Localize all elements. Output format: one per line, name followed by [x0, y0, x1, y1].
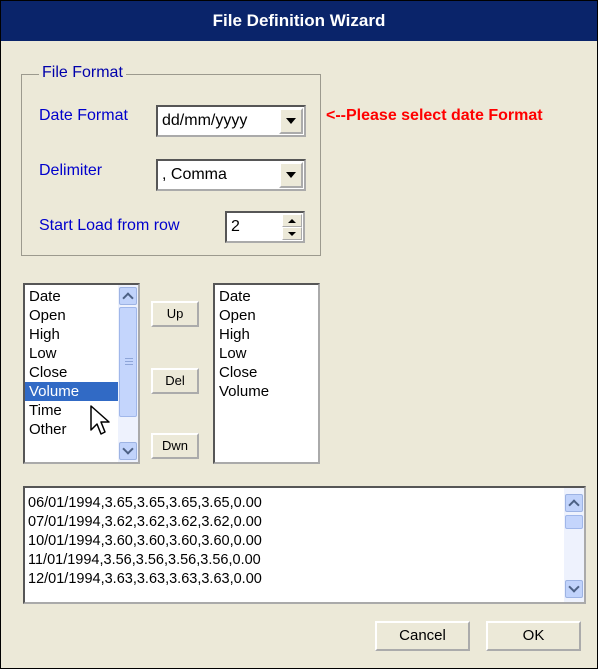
delimiter-value: , Comma: [162, 166, 227, 183]
list-item[interactable]: High: [25, 325, 118, 344]
ok-button-label: OK: [522, 627, 545, 644]
list-item[interactable]: Close: [215, 363, 318, 382]
scroll-up-button[interactable]: [565, 494, 583, 512]
chevron-down-icon: [286, 118, 296, 124]
list-item: 11/01/1994,3.56,3.56,3.56,3.56,0.00: [28, 552, 261, 568]
cancel-button-label: Cancel: [399, 627, 446, 644]
list-item: 06/01/1994,3.65,3.65,3.65,3.65,0.00: [28, 495, 262, 511]
delete-field-button[interactable]: Del: [151, 368, 199, 394]
scroll-thumb[interactable]: [565, 515, 583, 529]
date-format-label: Date Format: [39, 107, 128, 124]
list-item[interactable]: High: [215, 325, 318, 344]
data-preview-list[interactable]: 06/01/1994,3.65,3.65,3.65,3.65,0.00 07/0…: [23, 486, 586, 604]
chevron-up-icon: [568, 499, 580, 511]
move-down-button-label: Dwn: [161, 438, 188, 453]
file-format-group-title: File Format: [39, 64, 126, 82]
list-item[interactable]: Open: [25, 306, 118, 325]
date-format-dropdown[interactable]: dd/mm/yyyy: [156, 105, 306, 137]
list-item[interactable]: Volume: [25, 382, 118, 401]
list-item[interactable]: Close: [25, 363, 118, 382]
delimiter-dropdown-button[interactable]: [279, 162, 303, 188]
scroll-down-button[interactable]: [119, 442, 137, 460]
date-format-warning: <--Please select date Format: [326, 107, 543, 124]
list-item: 07/01/1994,3.62,3.62,3.62,3.62,0.00: [28, 514, 262, 530]
ok-button[interactable]: OK: [486, 621, 581, 651]
date-format-value: dd/mm/yyyy: [162, 112, 248, 129]
arrow-down-icon: [288, 231, 296, 236]
arrow-up-icon: [288, 218, 296, 223]
start-row-spin-buttons: [282, 214, 302, 240]
cancel-button[interactable]: Cancel: [375, 621, 470, 651]
start-row-value: 2: [231, 218, 240, 235]
delimiter-label: Delimiter: [39, 162, 103, 179]
list-item[interactable]: Open: [215, 306, 318, 325]
scroll-down-button[interactable]: [565, 580, 583, 598]
file-definition-wizard-window: File Definition Wizard File Format Date …: [0, 0, 598, 669]
move-down-button[interactable]: Dwn: [151, 433, 199, 459]
list-item[interactable]: Volume: [215, 382, 318, 401]
preview-scrollbar[interactable]: [564, 488, 584, 602]
list-item: 10/01/1994,3.60,3.60,3.60,3.60,0.00: [28, 533, 262, 549]
scroll-thumb[interactable]: [119, 307, 137, 417]
list-item[interactable]: Low: [215, 344, 318, 363]
delete-field-button-label: Del: [165, 373, 185, 388]
mouse-cursor-icon: [90, 405, 110, 435]
date-format-dropdown-button[interactable]: [279, 108, 303, 134]
chevron-up-icon: [122, 292, 134, 304]
list-item[interactable]: Date: [215, 287, 318, 306]
spin-up-button[interactable]: [282, 214, 302, 227]
chevron-down-icon: [286, 172, 296, 178]
move-up-button-label: Up: [166, 306, 184, 321]
list-item[interactable]: Date: [25, 287, 118, 306]
window-title: File Definition Wizard: [1, 1, 597, 41]
chevron-down-icon: [122, 443, 134, 455]
spin-down-button[interactable]: [282, 227, 302, 240]
delimiter-dropdown[interactable]: , Comma: [156, 159, 306, 191]
start-row-spinner[interactable]: 2: [225, 211, 305, 243]
list-item: 12/01/1994,3.63,3.63,3.63,3.63,0.00: [28, 571, 262, 587]
scroll-up-button[interactable]: [119, 287, 137, 305]
available-fields-list[interactable]: Date Open High Low Close Volume Time Oth…: [23, 283, 140, 464]
start-row-label: Start Load from row: [39, 217, 180, 234]
chevron-down-icon: [568, 581, 580, 593]
fields-scrollbar[interactable]: [118, 285, 138, 462]
list-item[interactable]: Low: [25, 344, 118, 363]
move-up-button[interactable]: Up: [151, 301, 199, 327]
selected-fields-list[interactable]: Date Open High Low Close Volume: [213, 283, 320, 464]
